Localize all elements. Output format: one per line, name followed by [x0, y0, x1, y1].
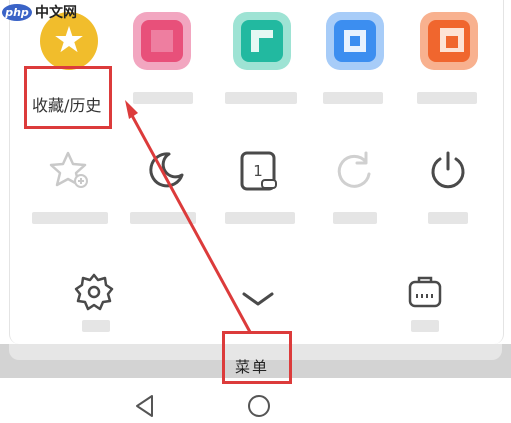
annotation-arrow [125, 100, 252, 334]
watermark-text: 中文网 [35, 5, 77, 21]
watermark-logo: php 中文网 [2, 2, 77, 22]
php-logo: php [2, 3, 32, 21]
